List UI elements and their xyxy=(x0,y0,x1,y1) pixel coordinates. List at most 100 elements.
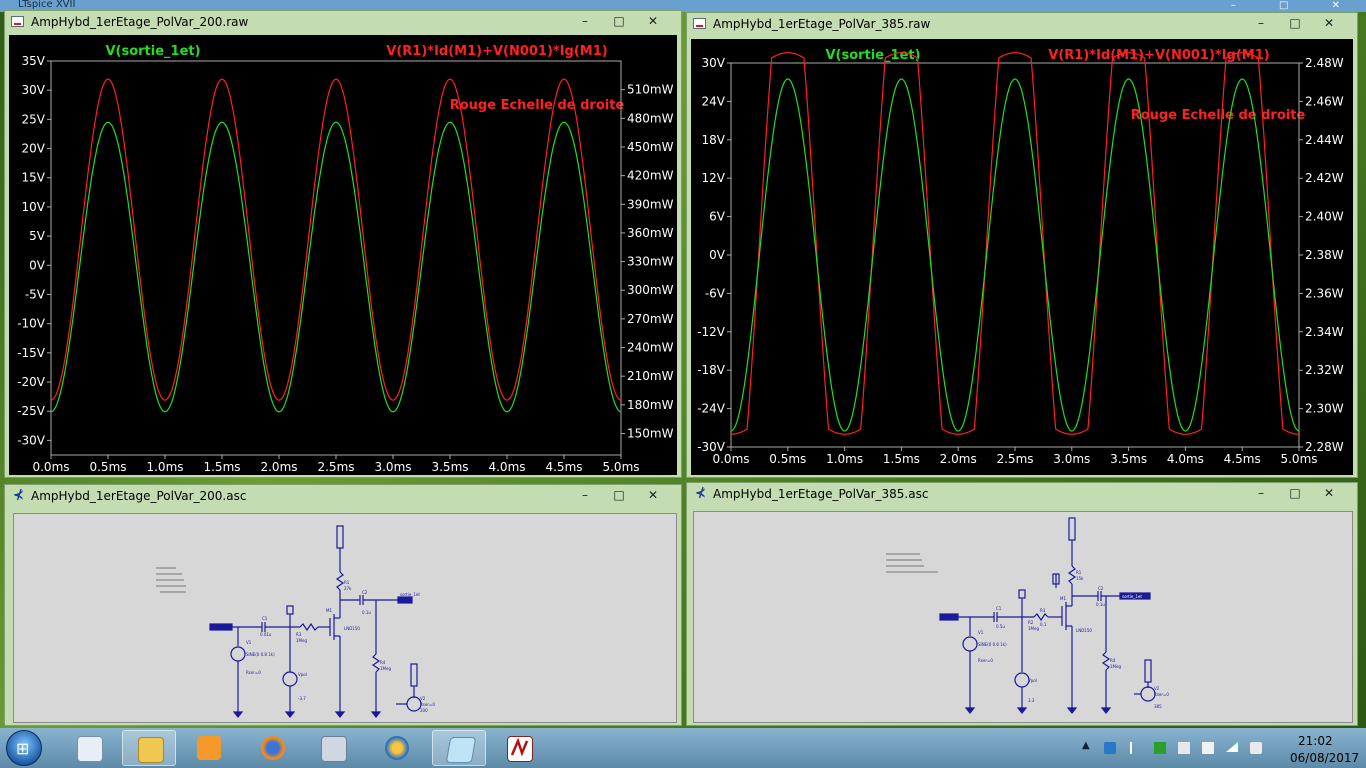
y-left-tick-label: 18V xyxy=(702,133,726,147)
flag-tray-icon[interactable] xyxy=(1130,742,1144,754)
volume-icon[interactable] xyxy=(1250,742,1262,754)
y-left-tick-label: 5V xyxy=(29,229,46,243)
y-left-tick-label: 0V xyxy=(29,258,46,272)
y-right-tick-label: 2.40W xyxy=(1305,210,1344,224)
usb-tray-icon[interactable] xyxy=(1178,742,1190,754)
window-title: AmpHybd_1erEtage_PolVar_385.asc xyxy=(713,487,929,501)
svg-text:0.1u: 0.1u xyxy=(1096,602,1105,607)
y-right-tick-label: 2.38W xyxy=(1305,248,1344,262)
plot-window-200-titlebar[interactable]: AmpHybd_1erEtage_PolVar_200.raw – □ ✕ xyxy=(5,11,681,33)
y-right-tick-label: 360mW xyxy=(627,226,674,240)
clock-time[interactable]: 21:02 xyxy=(1298,734,1333,748)
waveform-file-icon xyxy=(11,16,24,27)
svg-text:R1: R1 xyxy=(344,580,350,585)
schematic-window-200[interactable]: ⊀ AmpHybd_1erEtage_PolVar_200.asc – □ ✕ xyxy=(4,484,682,726)
y-left-tick-label: 15V xyxy=(22,171,46,185)
close-button[interactable]: ✕ xyxy=(643,13,663,29)
svg-text:C2: C2 xyxy=(362,590,368,595)
firefox-icon xyxy=(261,736,285,760)
y-right-tick-label: 2.36W xyxy=(1305,286,1344,300)
y-left-tick-label: -18V xyxy=(697,363,726,377)
plot-pane[interactable]: V(sortie_1et) V(R1)*Id(M1)+V(N001)*Ig(M1… xyxy=(9,35,677,475)
taskbar-firefox[interactable] xyxy=(246,730,300,766)
y-right-tick-label: 150mW xyxy=(627,427,674,441)
waveform-plot[interactable]: V(sortie_1et) V(R1)*Id(M1)+V(N001)*Ig(M1… xyxy=(691,39,1353,475)
schematic-window-200-titlebar[interactable]: ⊀ AmpHybd_1erEtage_PolVar_200.asc – □ ✕ xyxy=(5,485,681,507)
svg-text:C1: C1 xyxy=(996,606,1002,611)
svg-text:15k: 15k xyxy=(1076,576,1084,581)
schematic-window-385[interactable]: ⊀ AmpHybd_1erEtage_PolVar_385.asc – □ ✕ xyxy=(686,482,1358,726)
maximize-button[interactable]: □ xyxy=(609,13,629,29)
x-tick-label: 2.5ms xyxy=(996,452,1033,466)
close-button[interactable]: ✕ xyxy=(643,487,663,503)
schematic-canvas[interactable]: V1 SINE(0 0.8 1k) Rser=0 C1 0.01u R3 1Meg Vp… xyxy=(13,513,677,723)
schematic-drawing[interactable]: V1SINE(0 0.8 1k)Rser=0 C10.01u R31Meg Vp… xyxy=(14,514,676,722)
y-right-tick-label: 330mW xyxy=(627,255,674,269)
plot-window-385[interactable]: AmpHybd_1erEtage_PolVar_385.raw – □ ✕ V(… xyxy=(686,12,1358,478)
svg-text:-3.7: -3.7 xyxy=(298,696,306,701)
compass-icon xyxy=(385,736,409,760)
background-window-buttons[interactable]: – □ ✕ xyxy=(1231,0,1360,11)
svg-text:200: 200 xyxy=(420,708,428,713)
svg-text:0.1u: 0.1u xyxy=(362,610,371,615)
schematic-canvas[interactable]: V1 SINE(0 0.6 1k) Rser=0 C1 0.5u R2 1Meg R3 0… xyxy=(693,511,1353,723)
taskbar-explorer[interactable] xyxy=(122,730,176,766)
schematic-window-385-titlebar[interactable]: ⊀ AmpHybd_1erEtage_PolVar_385.asc – □ ✕ xyxy=(687,483,1357,505)
taskbar-ltspice[interactable] xyxy=(492,730,546,766)
y-left-tick-label: 20V xyxy=(22,142,46,156)
plot-window-385-titlebar[interactable]: AmpHybd_1erEtage_PolVar_385.raw – □ ✕ xyxy=(687,13,1357,35)
taskbar-notes[interactable] xyxy=(432,730,486,766)
show-hidden-icons-icon[interactable]: ▲ xyxy=(1082,740,1090,751)
plot-window-200[interactable]: AmpHybd_1erEtage_PolVar_200.raw – □ ✕ V(… xyxy=(4,10,682,478)
close-button[interactable]: ✕ xyxy=(1319,485,1339,501)
waveform-file-icon xyxy=(693,18,706,29)
signal-strength-icon[interactable] xyxy=(1226,742,1238,752)
trace-label-green: V(sortie_1et) xyxy=(105,44,200,59)
svg-text:V2: V2 xyxy=(1154,686,1160,691)
schematic-drawing[interactable]: V1SINE(0 0.6 1k)Rser=0 C10.5u R21Meg R30… xyxy=(694,512,1352,722)
taskbar-notepad[interactable] xyxy=(62,730,116,766)
taskbar-calculator[interactable] xyxy=(306,730,360,766)
taskbar-compass[interactable] xyxy=(370,730,424,766)
taskbar: ⊞ ▲ xyxy=(0,728,1366,768)
y-left-tick-label: 24V xyxy=(702,94,726,108)
minimize-button[interactable]: – xyxy=(575,487,595,503)
minimize-button[interactable]: – xyxy=(1251,485,1271,501)
network-tray-icon[interactable] xyxy=(1104,742,1116,754)
svg-text:27k: 27k xyxy=(344,586,352,591)
document-icon xyxy=(77,736,103,762)
window-title: AmpHybd_1erEtage_PolVar_385.raw xyxy=(713,17,931,31)
plot-pane[interactable]: V(sortie_1et) V(R1)*Id(M1)+V(N001)*Ig(M1… xyxy=(691,39,1353,475)
x-tick-label: 4.5ms xyxy=(545,460,582,474)
y-left-tick-label: 6V xyxy=(709,210,726,224)
x-tick-label: 3.0ms xyxy=(374,460,411,474)
minimize-button[interactable]: – xyxy=(575,13,595,29)
x-tick-label: 1.0ms xyxy=(826,452,863,466)
clock-date[interactable]: 06/08/2017 xyxy=(1290,751,1359,765)
play-icon xyxy=(197,736,221,760)
start-button[interactable]: ⊞ xyxy=(6,730,42,766)
plot-frame xyxy=(50,60,622,456)
y-left-tick-label: -12V xyxy=(697,325,726,339)
trace-red xyxy=(50,78,622,401)
window-title: AmpHybd_1erEtage_PolVar_200.raw xyxy=(31,15,249,29)
x-tick-label: 0.5ms xyxy=(89,460,126,474)
waveform-plot[interactable]: V(sortie_1et) V(R1)*Id(M1)+V(N001)*Ig(M1… xyxy=(9,35,677,475)
y-left-tick-label: 0V xyxy=(709,248,726,262)
close-button[interactable]: ✕ xyxy=(1319,15,1339,31)
y-right-tick-label: 420mW xyxy=(627,169,674,183)
printer-tray-icon[interactable] xyxy=(1202,742,1214,754)
y-left-tick-label: -15V xyxy=(17,346,46,360)
svg-text:1Meg: 1Meg xyxy=(1110,664,1121,669)
maximize-button[interactable]: □ xyxy=(1285,15,1305,31)
maximize-button[interactable]: □ xyxy=(1285,485,1305,501)
y-right-tick-label: 270mW xyxy=(627,312,674,326)
security-tray-icon[interactable] xyxy=(1154,742,1166,754)
x-tick-label: 3.5ms xyxy=(1110,452,1147,466)
maximize-button[interactable]: □ xyxy=(609,487,629,503)
taskbar-media-player[interactable] xyxy=(182,730,236,766)
y-left-tick-label: -10V xyxy=(17,317,46,331)
y-right-tick-label: 450mW xyxy=(627,140,674,154)
minimize-button[interactable]: – xyxy=(1251,15,1271,31)
x-tick-label: 3.5ms xyxy=(431,460,468,474)
